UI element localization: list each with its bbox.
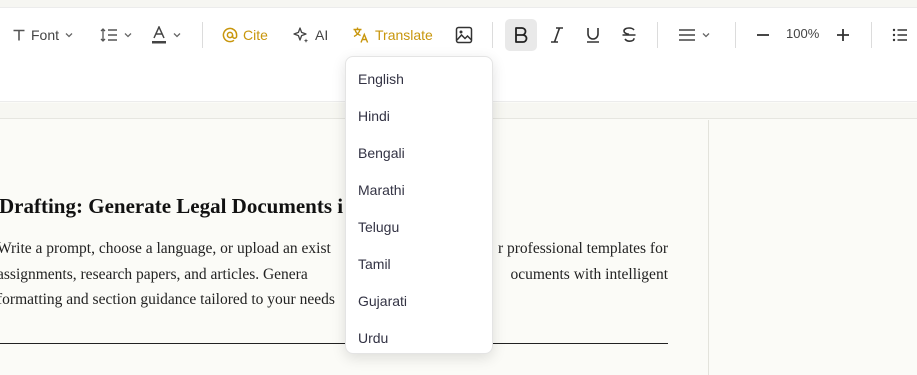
chevron-down-icon xyxy=(124,33,132,38)
translate-icon xyxy=(353,27,369,43)
toolbar-divider xyxy=(202,22,203,48)
document-title[interactable]: Drafting: Generate Legal Documents i xyxy=(0,194,669,219)
cite-button[interactable]: Cite xyxy=(222,22,268,48)
body-line-end: ocuments with intelligent xyxy=(510,265,668,283)
toolbar-divider xyxy=(657,22,658,48)
horizontal-rule xyxy=(0,343,668,344)
side-panel xyxy=(710,120,917,375)
sparkle-icon xyxy=(293,27,309,43)
ai-button[interactable]: AI xyxy=(292,22,328,48)
top-strip xyxy=(0,0,917,8)
italic-icon xyxy=(551,27,563,43)
zoom-in-button[interactable] xyxy=(827,19,859,51)
font-dropdown[interactable]: Font xyxy=(12,22,74,48)
ai-label: AI xyxy=(315,27,329,43)
toolbar-divider xyxy=(492,22,493,48)
zoom-out-button[interactable] xyxy=(747,19,779,51)
zoom-level: 100% xyxy=(786,26,820,41)
language-option-urdu[interactable]: Urdu xyxy=(358,330,388,346)
chevron-down-icon xyxy=(702,33,710,38)
language-option-hindi[interactable]: Hindi xyxy=(358,108,390,124)
body-line: assignments, research papers, and articl… xyxy=(0,262,668,288)
font-label: Font xyxy=(31,27,60,43)
align-icon xyxy=(679,29,695,41)
italic-button[interactable] xyxy=(541,19,573,51)
underline-icon xyxy=(587,28,599,43)
underline-button[interactable] xyxy=(577,19,609,51)
language-option-marathi[interactable]: Marathi xyxy=(358,182,405,198)
image-icon xyxy=(455,26,473,44)
language-option-tamil[interactable]: Tamil xyxy=(358,256,391,272)
body-line-start: Write a prompt, choose a language, or up… xyxy=(0,240,331,257)
strikethrough-icon xyxy=(622,27,636,43)
cite-label: Cite xyxy=(243,27,268,43)
body-line: Write a prompt, choose a language, or up… xyxy=(0,236,668,262)
language-option-gujarati[interactable]: Gujarati xyxy=(358,293,407,309)
text-icon xyxy=(13,29,25,41)
translate-button[interactable]: Translate xyxy=(352,22,433,48)
language-option-telugu[interactable]: Telugu xyxy=(358,219,399,235)
zoom-in-icon xyxy=(837,29,849,41)
strikethrough-button[interactable] xyxy=(613,19,645,51)
insert-image-button[interactable] xyxy=(448,19,480,51)
text-color-icon xyxy=(152,26,166,44)
language-option-english[interactable]: English xyxy=(358,71,404,87)
body-line-start: assignments, research papers, and articl… xyxy=(0,265,308,283)
language-option-bengali[interactable]: Bengali xyxy=(358,145,405,161)
text-color-dropdown[interactable] xyxy=(151,22,182,48)
translate-language-menu: English Hindi Bengali Marathi Telugu Tam… xyxy=(345,56,493,354)
bold-button[interactable] xyxy=(505,19,537,51)
body-line-start: formatting and section guidance tailored… xyxy=(0,291,335,308)
at-icon xyxy=(222,27,238,43)
document-body[interactable]: Write a prompt, choose a language, or up… xyxy=(0,236,668,313)
align-dropdown[interactable] xyxy=(678,22,711,48)
list-icon xyxy=(892,28,907,42)
zoom-out-icon xyxy=(757,34,769,36)
line-spacing-dropdown[interactable] xyxy=(100,22,133,48)
line-spacing-icon xyxy=(100,28,117,42)
chevron-down-icon xyxy=(65,33,73,38)
list-button[interactable] xyxy=(884,19,916,51)
bold-icon xyxy=(515,27,528,43)
toolbar-divider xyxy=(735,22,736,48)
body-line-end: r professional templates for xyxy=(497,240,668,257)
translate-label: Translate xyxy=(375,27,433,43)
body-line: formatting and section guidance tailored… xyxy=(0,287,668,313)
toolbar-divider xyxy=(871,22,872,48)
chevron-down-icon xyxy=(173,33,181,38)
